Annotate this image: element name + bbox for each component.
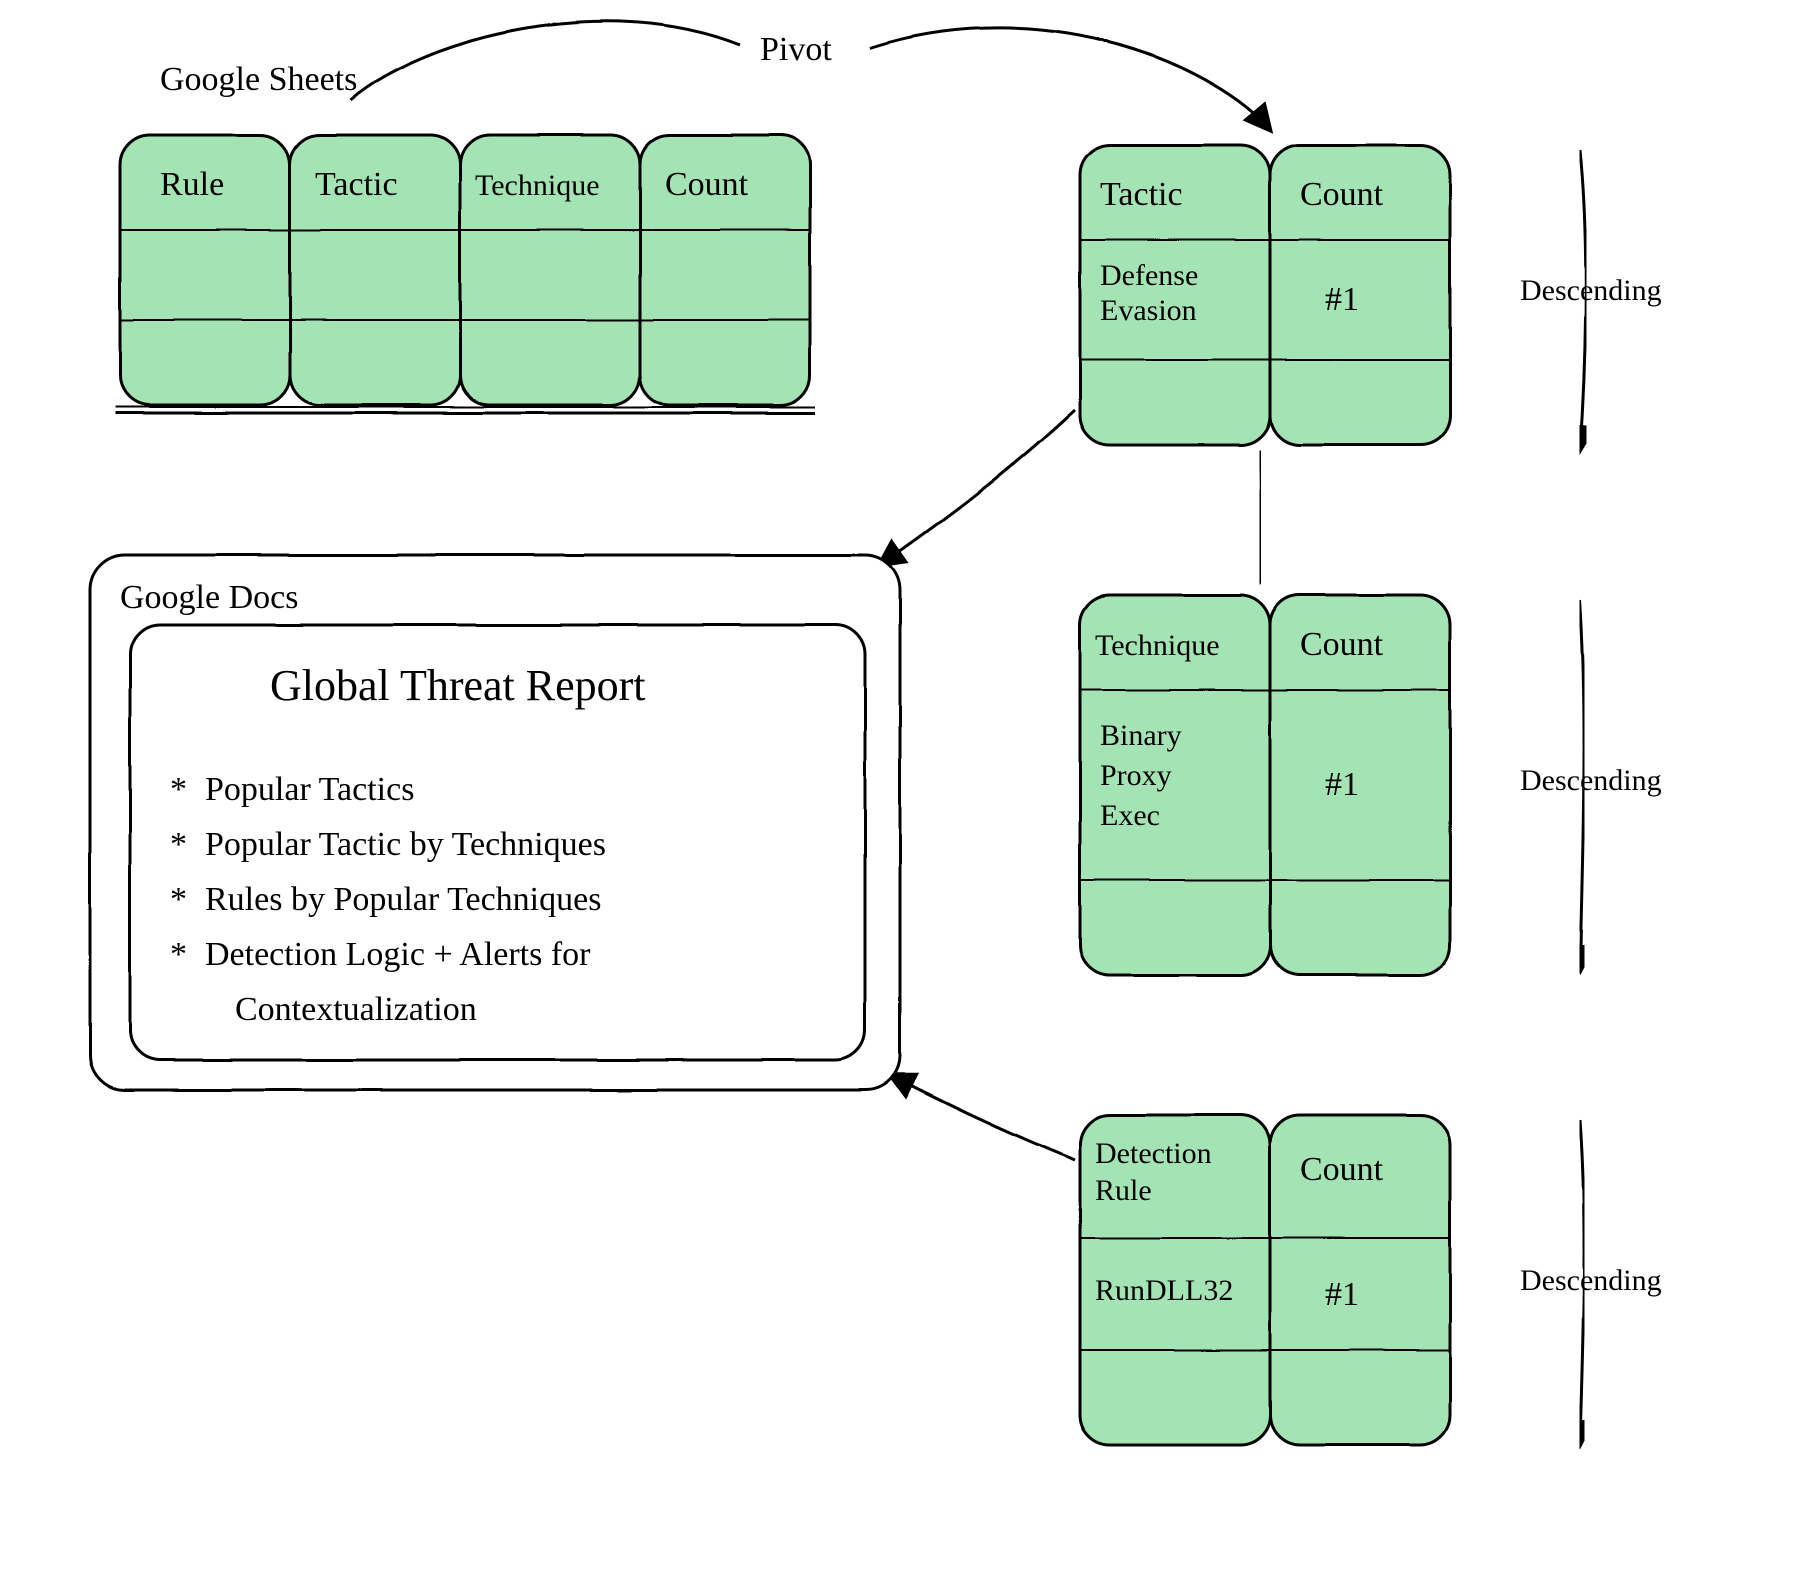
bullet-3a: Detection Logic + Alerts for [205, 936, 591, 973]
bullet-3b: Contextualization [235, 991, 477, 1028]
bullet-0-star: * [170, 771, 187, 808]
technique-header-0: Technique [1095, 629, 1220, 662]
label-descending-3: Descending [1520, 1264, 1662, 1297]
tactic-row-0a: Defense [1100, 259, 1198, 292]
technique-row-0b: Proxy [1100, 759, 1172, 792]
sheets-header-2: Technique [475, 169, 600, 202]
bullet-2-star: * [170, 881, 187, 918]
tactic-row-0b: Evasion [1100, 294, 1197, 327]
label-google-docs: Google Docs [120, 579, 298, 616]
sheets-header-3: Count [665, 166, 749, 203]
rule-row-0: RunDLL32 [1095, 1274, 1233, 1307]
arrow-rule-to-docs [890, 1075, 1075, 1160]
docs-panel [90, 555, 900, 1090]
sheets-header-0: Rule [160, 166, 224, 203]
arrow-tactic-to-technique [1260, 450, 1261, 580]
rule-header-0a: Detection [1095, 1137, 1212, 1170]
technique-row-0a: Binary [1100, 719, 1182, 752]
bullet-2: Rules by Popular Techniques [205, 881, 601, 918]
docs-title: Global Threat Report [270, 661, 646, 710]
label-descending-1: Descending [1520, 274, 1662, 307]
label-pivot: Pivot [760, 31, 832, 68]
bullet-1: Popular Tactic by Techniques [205, 826, 606, 863]
rule-row-1: #1 [1325, 1276, 1359, 1313]
technique-header-1: Count [1300, 626, 1384, 663]
tactic-row-1: #1 [1325, 281, 1359, 318]
rule-header-0b: Rule [1095, 1174, 1152, 1207]
arrow-pivot-left [350, 21, 740, 100]
tactic-header-1: Count [1300, 176, 1384, 213]
label-descending-2: Descending [1520, 764, 1662, 797]
label-google-sheets: Google Sheets [160, 61, 357, 98]
arrow-tactic-to-docs [880, 410, 1075, 565]
sheets-header-1: Tactic [315, 166, 398, 203]
tactic-header-0: Tactic [1100, 176, 1183, 213]
technique-row-1: #1 [1325, 766, 1359, 803]
technique-row-0c: Exec [1100, 799, 1160, 832]
diagram-canvas: Google Sheets Pivot Rule Tactic Techniqu… [0, 0, 1812, 1595]
bullet-1-star: * [170, 826, 187, 863]
bullet-0: Popular Tactics [205, 771, 414, 808]
arrow-pivot-right [870, 28, 1270, 130]
rule-header-1: Count [1300, 1151, 1384, 1188]
bullet-3-star: * [170, 936, 187, 973]
